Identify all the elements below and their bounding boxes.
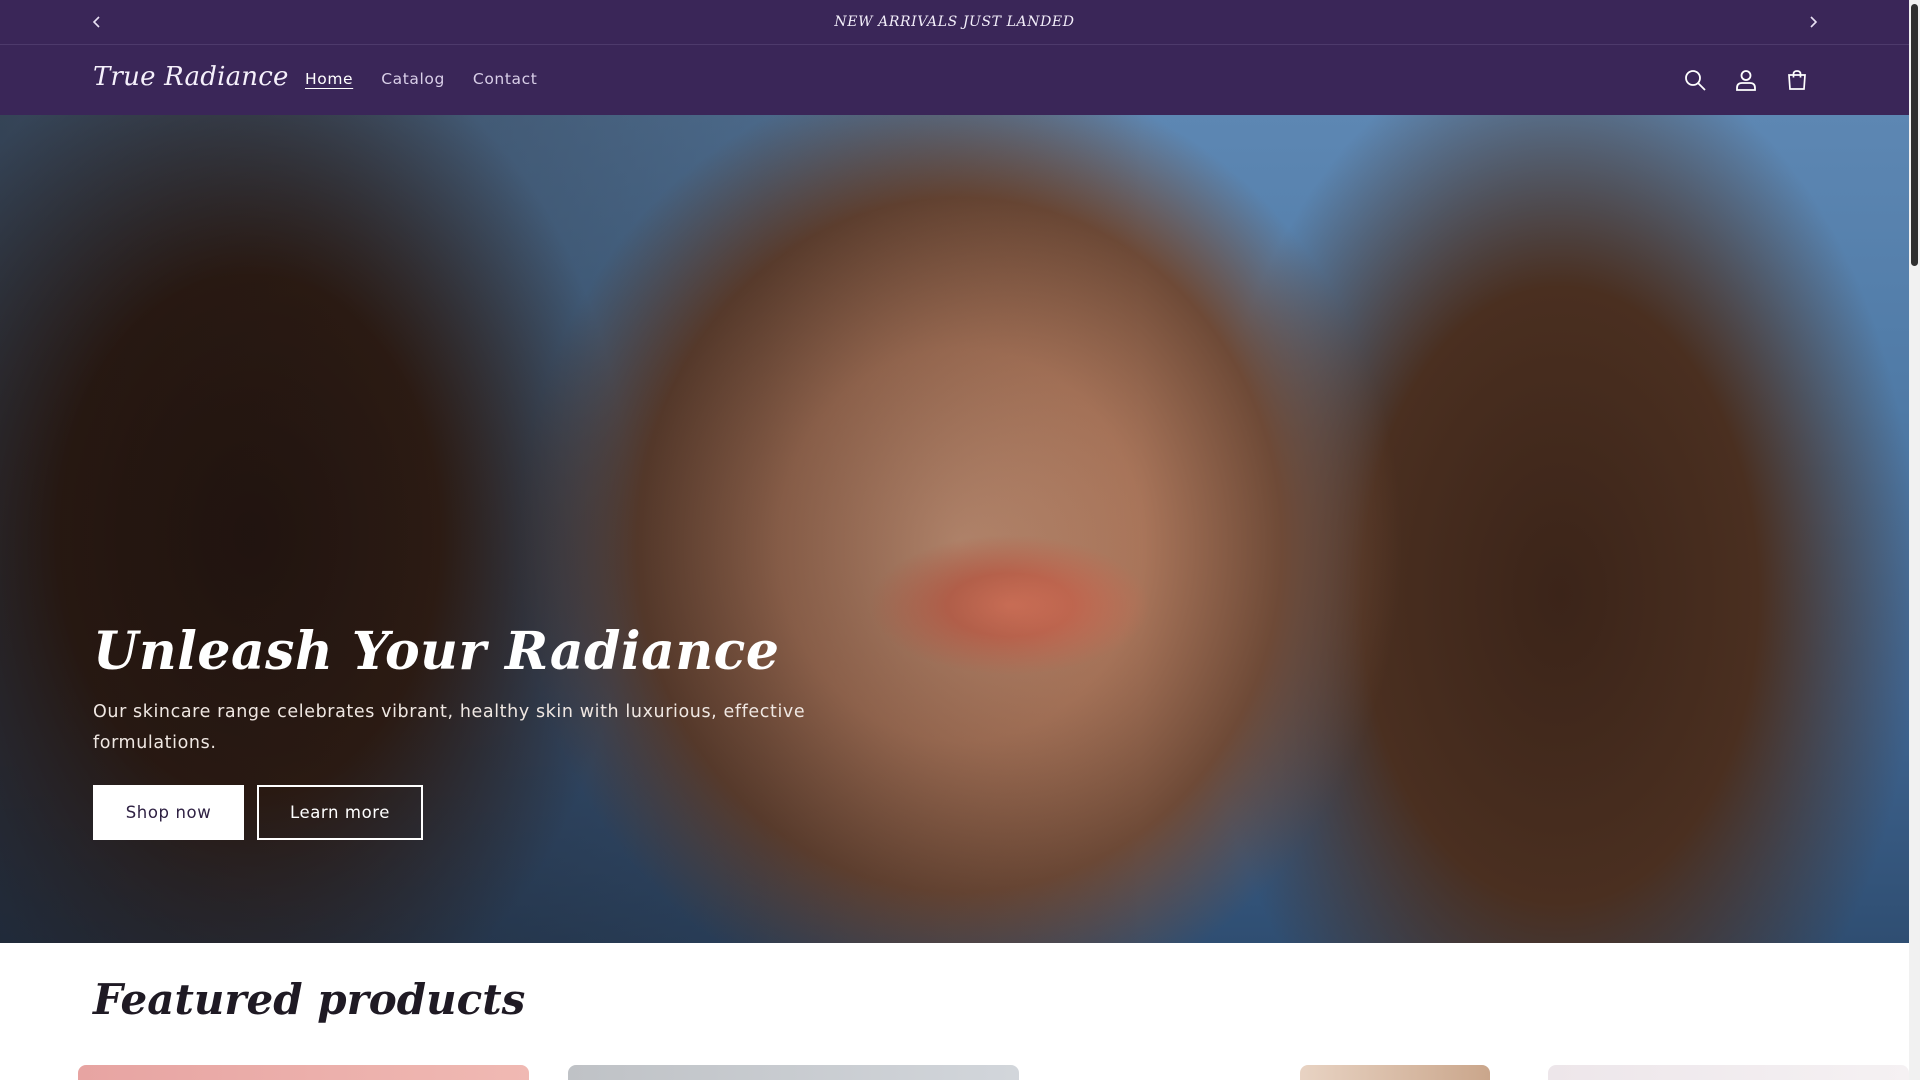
- cart-icon[interactable]: [1784, 67, 1810, 93]
- announcement-text: NEW ARRIVALS JUST LANDED: [834, 14, 1075, 30]
- featured-products-title: Featured products: [93, 975, 526, 1024]
- scrollbar-thumb[interactable]: [1911, 4, 1918, 266]
- nav-contact[interactable]: Contact: [473, 70, 538, 88]
- product-card[interactable]: [568, 1065, 1019, 1080]
- site-logo[interactable]: True Radiance: [93, 62, 289, 92]
- nav-catalog[interactable]: Catalog: [381, 70, 445, 88]
- announcement-bar: NEW ARRIVALS JUST LANDED: [0, 0, 1909, 45]
- search-icon[interactable]: [1682, 67, 1708, 93]
- shop-now-button[interactable]: Shop now: [93, 785, 244, 840]
- product-card[interactable]: [1548, 1065, 1909, 1080]
- nav-home[interactable]: Home: [305, 70, 353, 88]
- page-scrollbar[interactable]: [1909, 0, 1920, 1080]
- hero-title: Unleash Your Radiance: [93, 621, 780, 682]
- product-card[interactable]: [1300, 1065, 1490, 1080]
- chevron-right-icon[interactable]: [1803, 12, 1823, 32]
- chevron-left-icon[interactable]: [87, 12, 107, 32]
- hero-banner: Unleash Your Radiance Our skincare range…: [0, 115, 1909, 943]
- hero-subtitle: Our skincare range celebrates vibrant, h…: [93, 702, 806, 753]
- main-nav: Home Catalog Contact: [305, 70, 537, 88]
- account-icon[interactable]: [1733, 67, 1759, 93]
- learn-more-button[interactable]: Learn more: [257, 785, 423, 840]
- site-header: True Radiance Home Catalog Contact: [0, 45, 1909, 115]
- product-card[interactable]: [78, 1065, 529, 1080]
